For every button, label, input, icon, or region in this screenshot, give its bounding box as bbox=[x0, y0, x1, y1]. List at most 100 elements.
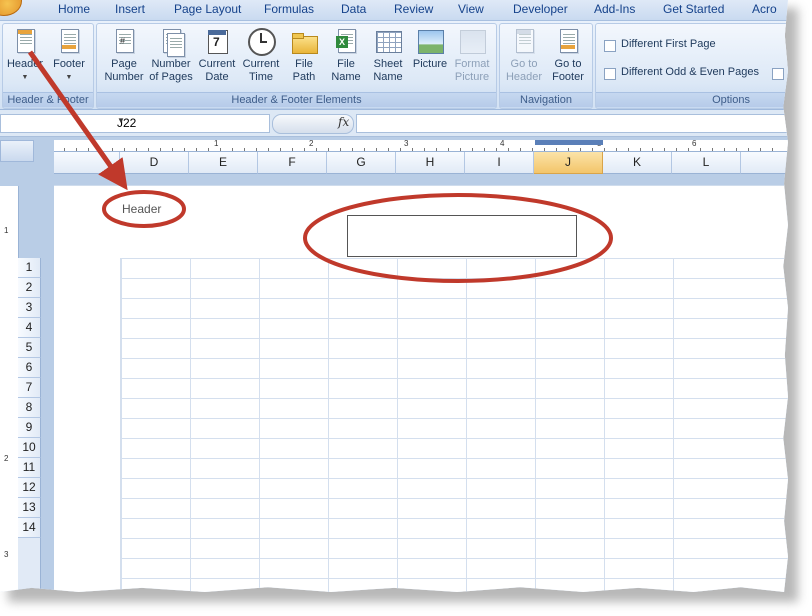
vertical-ruler-number: 2 bbox=[4, 454, 9, 463]
scale-with-document-checkbox[interactable] bbox=[772, 68, 784, 80]
tab-get-started[interactable]: Get Started bbox=[663, 2, 724, 16]
sheet-name-button[interactable]: Sheet Name bbox=[367, 28, 409, 84]
current-time-label-2: Time bbox=[248, 71, 274, 83]
tab-data[interactable]: Data bbox=[341, 2, 366, 16]
tab-formulas[interactable]: Formulas bbox=[264, 2, 314, 16]
name-box[interactable]: J22 ▼ bbox=[0, 114, 270, 133]
sheet-icon bbox=[375, 28, 402, 56]
tab-insert[interactable]: Insert bbox=[115, 2, 145, 16]
ruler-tick bbox=[592, 148, 593, 151]
ruler-tick bbox=[460, 148, 461, 151]
tab-add-ins[interactable]: Add-Ins bbox=[594, 2, 635, 16]
column-header-k[interactable]: K bbox=[603, 152, 672, 174]
ruler-tick bbox=[196, 148, 197, 151]
row-header-8[interactable]: 8 bbox=[18, 398, 41, 418]
current-date-button[interactable]: 7 Current Date bbox=[195, 28, 239, 84]
ruler-tick bbox=[292, 148, 293, 151]
footer-dropdown-icon: ▼ bbox=[65, 74, 73, 81]
go-to-footer-label-2: Footer bbox=[552, 71, 584, 83]
column-header-d[interactable]: D bbox=[120, 152, 189, 174]
header-section-label: Header bbox=[122, 202, 162, 216]
group-label-navigation: Navigation bbox=[500, 92, 592, 107]
group-navigation: Go to Header Go to Footer Navigation bbox=[499, 23, 593, 109]
group-label-header-footer: Header & Footer bbox=[3, 92, 93, 107]
row-header-10[interactable]: 10 bbox=[18, 438, 41, 458]
horizontal-ruler: 123456 bbox=[54, 139, 788, 152]
ruler-tick bbox=[148, 148, 149, 151]
tab-home[interactable]: Home bbox=[58, 2, 90, 16]
column-header-g[interactable]: G bbox=[327, 152, 396, 174]
group-label-options: Options bbox=[596, 92, 788, 107]
go-to-header-button[interactable]: Go to Header bbox=[502, 28, 546, 84]
column-header-margin bbox=[54, 152, 120, 174]
vertical-ruler-number: 1 bbox=[4, 226, 9, 235]
picture-label: Picture bbox=[412, 58, 448, 70]
row-header-4[interactable]: 4 bbox=[18, 318, 41, 338]
formula-bar: J22 ▼ fx bbox=[0, 110, 788, 137]
row-header-5[interactable]: 5 bbox=[18, 338, 41, 358]
tab-review[interactable]: Review bbox=[394, 2, 433, 16]
name-box-dropdown-icon[interactable]: ▼ bbox=[117, 116, 267, 125]
header-center-section[interactable] bbox=[347, 215, 577, 257]
go-to-footer-icon bbox=[555, 28, 581, 56]
row-header-14[interactable]: 14 bbox=[18, 518, 41, 538]
tab-developer[interactable]: Developer bbox=[513, 2, 568, 16]
cell-grid[interactable] bbox=[120, 258, 741, 592]
format-picture-button[interactable]: Format Picture bbox=[451, 28, 493, 84]
ruler-tick bbox=[520, 148, 521, 151]
ruler-tick bbox=[256, 148, 257, 151]
row-header-1[interactable]: 1 bbox=[18, 258, 41, 278]
header-button[interactable]: Header ▼ bbox=[5, 28, 45, 84]
tab-page-layout[interactable]: Page Layout bbox=[174, 2, 241, 16]
ruler-tick bbox=[652, 148, 653, 151]
row-header-3[interactable]: 3 bbox=[18, 298, 41, 318]
tab-acrobat[interactable]: Acro bbox=[752, 2, 777, 16]
ruler-tick bbox=[364, 148, 365, 151]
ruler-tick bbox=[136, 148, 137, 151]
ruler-tick bbox=[676, 148, 677, 151]
picture-button[interactable]: Picture bbox=[409, 28, 451, 71]
sheet-name-label-2: Name bbox=[373, 71, 403, 83]
current-time-button[interactable]: Current Time bbox=[239, 28, 283, 84]
ruler-tick bbox=[388, 148, 389, 151]
ruler-tick bbox=[220, 148, 221, 151]
file-path-button[interactable]: File Path bbox=[285, 28, 323, 84]
office-button[interactable] bbox=[0, 0, 22, 16]
go-to-footer-button[interactable]: Go to Footer bbox=[546, 28, 590, 84]
different-odd-even-checkbox[interactable] bbox=[604, 68, 616, 80]
row-header-6[interactable]: 6 bbox=[18, 358, 41, 378]
tab-view[interactable]: View bbox=[458, 2, 484, 16]
column-header-e[interactable]: E bbox=[189, 152, 258, 174]
ruler-tick bbox=[664, 148, 665, 151]
column-header-f[interactable]: F bbox=[258, 152, 327, 174]
ruler-tick bbox=[448, 148, 449, 151]
ruler-tick bbox=[124, 148, 125, 151]
number-of-pages-button[interactable]: Number of Pages bbox=[147, 28, 195, 84]
row-header-13[interactable]: 13 bbox=[18, 498, 41, 518]
column-header-i[interactable]: I bbox=[465, 152, 534, 174]
different-first-page-label: Different First Page bbox=[621, 38, 716, 50]
select-all-corner[interactable] bbox=[0, 140, 34, 162]
file-path-label-1: File bbox=[295, 58, 313, 70]
column-header-h[interactable]: H bbox=[396, 152, 465, 174]
current-date-label-2: Date bbox=[205, 71, 229, 83]
footer-button[interactable]: Footer ▼ bbox=[49, 28, 89, 84]
screenshot-frame: Home Insert Page Layout Formulas Data Re… bbox=[0, 0, 788, 592]
column-header-j[interactable]: J bbox=[534, 152, 603, 174]
page-number-button[interactable]: # Page Number bbox=[101, 28, 147, 84]
page-number-icon: # bbox=[111, 28, 137, 56]
row-header-2[interactable]: 2 bbox=[18, 278, 41, 298]
go-to-footer-label-1: Go to bbox=[554, 58, 582, 70]
row-header-9[interactable]: 9 bbox=[18, 418, 41, 438]
row-header-11[interactable]: 11 bbox=[18, 458, 41, 478]
row-header-12[interactable]: 12 bbox=[18, 478, 41, 498]
column-header-l[interactable]: L bbox=[672, 152, 741, 174]
different-first-page-checkbox[interactable] bbox=[604, 40, 616, 52]
file-path-label-2: Path bbox=[292, 71, 316, 83]
ruler-tick bbox=[772, 148, 773, 151]
formula-input[interactable] bbox=[356, 114, 788, 133]
row-header-7[interactable]: 7 bbox=[18, 378, 41, 398]
file-name-button[interactable]: X File Name bbox=[325, 28, 367, 84]
clock-icon bbox=[248, 28, 276, 56]
insert-function-icon[interactable]: fx bbox=[338, 115, 349, 129]
